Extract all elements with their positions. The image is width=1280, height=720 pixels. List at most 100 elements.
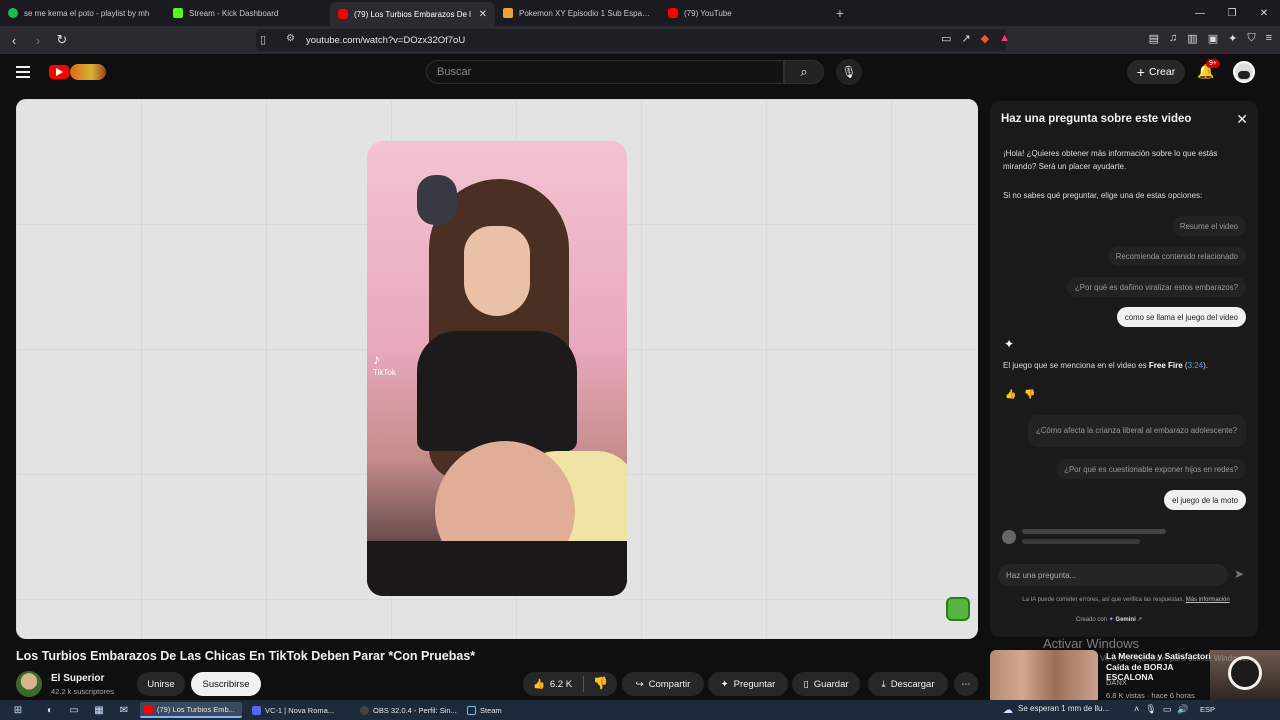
browser-tab[interactable]: (79) YouTube xyxy=(660,0,825,26)
suggestion-chip[interactable]: ¿Por qué es dañino viralizar estos embar… xyxy=(1067,277,1246,297)
network-icon[interactable]: ▭ xyxy=(1163,704,1172,715)
create-button[interactable]: + Crear xyxy=(1127,60,1185,84)
taskbar-app[interactable]: OBS 32.0.4 - Perfil: Sin... xyxy=(356,702,458,718)
gemini-brand: Gemini xyxy=(1115,617,1136,623)
ask-panel: Haz una pregunta sobre este video ✕ ¡Hol… xyxy=(990,101,1258,637)
join-button[interactable]: Unirse xyxy=(137,672,185,696)
sparkle-icon: ✦ xyxy=(720,678,729,690)
sidebar-icon[interactable]: ▥ xyxy=(1187,32,1197,45)
gemini-loading-icon xyxy=(1002,530,1016,544)
reader-icon[interactable]: ▤ xyxy=(1149,32,1159,45)
weather-text[interactable]: Se esperan 1 mm de llu... xyxy=(1018,704,1109,713)
file-explorer-icon[interactable]: ▭ xyxy=(68,704,80,716)
close-icon[interactable]: ✕ xyxy=(1236,111,1248,128)
thumbs-down-icon[interactable]: 👎 xyxy=(593,676,608,690)
back-icon[interactable]: ‹ xyxy=(4,30,24,50)
ask-intro-text: ¡Hola! ¿Quieres obtener más información … xyxy=(1003,149,1218,171)
taskbar-app[interactable]: (79) Los Turbios Emb... xyxy=(140,702,242,718)
browser-tab[interactable]: se me kema el poto - playlist by mh xyxy=(0,0,165,26)
loading-bar xyxy=(1022,529,1166,534)
thumbs-up-icon[interactable]: 👍 xyxy=(1005,389,1016,400)
account-avatar[interactable] xyxy=(1233,61,1255,83)
answer-timestamp-link[interactable]: 3:24 xyxy=(1188,361,1204,370)
ask-input[interactable]: Haz una pregunta... xyxy=(998,564,1228,586)
channel-name[interactable]: El Superior xyxy=(51,673,104,684)
volume-icon[interactable]: 🔊 xyxy=(1177,704,1188,715)
share-label: Compartir xyxy=(648,678,691,690)
browser-tab-active[interactable]: (79) Los Turbios Embarazos De l ✕ xyxy=(330,2,495,26)
taskbar-app[interactable]: Steam xyxy=(463,702,565,718)
search-button[interactable]: ⌕ xyxy=(784,60,824,84)
microphone-icon[interactable]: 🎙 xyxy=(1145,704,1156,715)
ask-button[interactable]: ✦ Preguntar xyxy=(708,672,788,696)
video-figure-top xyxy=(417,331,577,451)
browser-toolbar: ‹ › ↻ ▯ ⚙ youtube.com/watch?v=DOzx32Of7o… xyxy=(0,26,1280,54)
maximize-icon[interactable]: ❐ xyxy=(1216,0,1248,26)
language-indicator[interactable]: ESP xyxy=(1200,705,1215,714)
save-button[interactable]: ▯ Guardar xyxy=(792,672,860,696)
recommendation-meta: 6.8 K vistas · hace 6 horas xyxy=(1106,691,1195,700)
mail-icon[interactable]: ✉ xyxy=(118,704,130,716)
taskbar-app-label: (79) Los Turbios Emb... xyxy=(157,704,235,714)
bookmark-icon[interactable]: ▯ xyxy=(260,33,266,46)
share-icon[interactable]: ↗ xyxy=(961,32,970,45)
chevron-up-icon[interactable]: ˄ xyxy=(1134,704,1139,715)
close-icon[interactable]: ✕ xyxy=(479,9,487,20)
share-button[interactable]: ↪ Compartir xyxy=(622,672,704,696)
like-button[interactable]: 👍 6.2 K 👎 xyxy=(523,672,617,696)
screen-icon[interactable]: ▭ xyxy=(941,32,951,45)
close-window-icon[interactable]: ✕ xyxy=(1248,0,1280,26)
menu-icon[interactable]: ≡ xyxy=(1266,32,1272,45)
vpn-icon[interactable]: ⛉ xyxy=(1247,32,1255,45)
bookmark-icon: ▯ xyxy=(803,678,809,690)
site-info-icon[interactable]: ⚙ xyxy=(286,33,295,44)
ask-label: Preguntar xyxy=(733,678,776,690)
forward-icon[interactable]: › xyxy=(28,30,48,50)
recommendation-thumbnail[interactable] xyxy=(990,650,1098,704)
browser-icon xyxy=(144,704,153,714)
address-bar[interactable]: ▯ ⚙ youtube.com/watch?v=DOzx32Of7oU xyxy=(256,29,1006,51)
hamburger-menu-icon[interactable] xyxy=(16,66,30,78)
save-label: Guardar xyxy=(813,678,849,690)
channel-watermark-icon[interactable] xyxy=(946,597,970,621)
new-tab-button[interactable]: + xyxy=(825,0,855,26)
subscriber-count: 42.2 k suscriptores xyxy=(51,687,114,696)
send-icon[interactable]: ➤ xyxy=(1234,567,1244,581)
ai-disclaimer: La IA puede cometer errores, así que ver… xyxy=(1020,595,1232,605)
reload-icon[interactable]: ↻ xyxy=(52,30,72,50)
download-icon: ⤓ xyxy=(881,678,886,690)
minimize-icon[interactable]: — xyxy=(1184,0,1216,26)
thumbs-down-icon[interactable]: 👎 xyxy=(1024,389,1035,400)
screen: se me kema el poto - playlist by mh Stre… xyxy=(0,0,1280,720)
ai-icon[interactable]: ✦ xyxy=(1228,32,1237,45)
search-input[interactable]: Buscar xyxy=(426,60,784,84)
browser-tab[interactable]: Pokemon XY Episodio 1 Sub Español xyxy=(495,0,660,26)
apps-icon[interactable]: ▦ xyxy=(93,704,105,716)
video-player[interactable]: ♪ TikTok xyxy=(16,99,978,639)
start-icon[interactable]: ⊞ xyxy=(12,704,24,716)
browser-tab[interactable]: Stream - Kick Dashboard xyxy=(165,0,330,26)
rewards-icon[interactable]: ▲ xyxy=(999,32,1010,45)
music-icon[interactable]: ♫ xyxy=(1169,32,1177,45)
divider xyxy=(583,676,584,692)
site-icon xyxy=(503,8,513,18)
followup-chip[interactable]: ¿Por qué es cuestionable exponer hijos e… xyxy=(1056,459,1246,479)
more-info-link[interactable]: Más información xyxy=(1186,597,1230,603)
suggestion-chip[interactable]: Resume el video xyxy=(1171,216,1246,236)
edge-icon[interactable]: ◐ xyxy=(44,704,56,716)
youtube-logo[interactable] xyxy=(49,65,69,79)
gemini-icon: ✦ xyxy=(1108,617,1114,623)
youtube-doodle[interactable] xyxy=(70,64,106,80)
video-figure-pants xyxy=(367,541,627,596)
brave-shield-icon[interactable]: ◆ xyxy=(981,32,989,45)
followup-chip[interactable]: ¿Cómo afecta la crianza liberal al embar… xyxy=(1028,415,1246,447)
download-button[interactable]: ⤓ Descargar xyxy=(868,672,948,696)
suggestion-chip[interactable]: Recomienda contenido relacionado xyxy=(1107,246,1246,266)
channel-avatar[interactable] xyxy=(16,671,42,697)
subscribe-button[interactable]: Suscribirse xyxy=(191,672,261,696)
voice-search-button[interactable]: 🎙 xyxy=(836,59,862,85)
more-actions-button[interactable]: ⋯ xyxy=(954,672,978,696)
taskbar-app[interactable]: VC-1 | Nova Roma... xyxy=(248,702,350,718)
ask-input-placeholder: Haz una pregunta... xyxy=(1006,570,1077,580)
wallet-icon[interactable]: ▣ xyxy=(1208,32,1218,45)
